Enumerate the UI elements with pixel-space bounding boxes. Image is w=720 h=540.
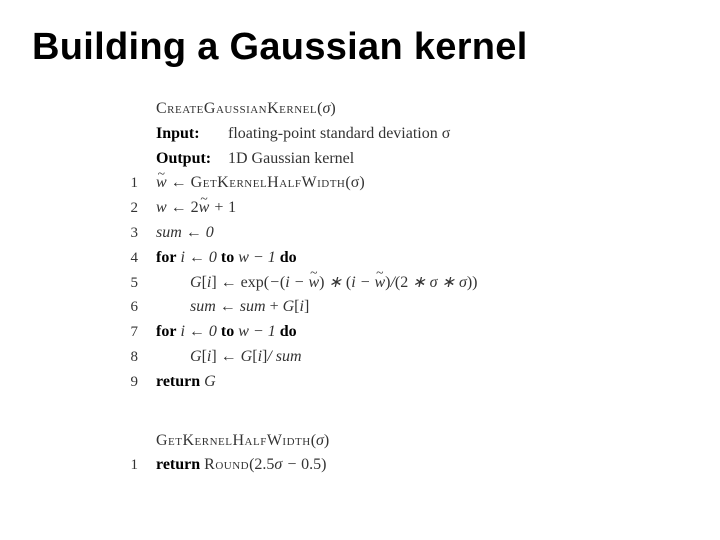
code-line: 4 for i ← 0 to w − 1 do [122, 246, 688, 271]
line-number: 5 [122, 272, 138, 295]
stmt: w ← 2w + 1 [156, 196, 236, 221]
proc2-signature: GetKernelHalfWidth(σ) [156, 429, 329, 454]
line-number: 1 [122, 454, 138, 477]
stmt: sum ← sum + G[i] [190, 295, 309, 320]
proc2-header: GetKernelHalfWidth(σ) [122, 429, 688, 454]
separator [122, 395, 688, 429]
code-line: 5 G[i] ← exp(−(i − w) ∗ (i − w)/(2 ∗ σ ∗… [122, 271, 688, 296]
stmt: for i ← 0 to w − 1 do [156, 320, 297, 345]
line-number: 1 [122, 172, 138, 195]
line-number: 4 [122, 247, 138, 270]
algorithm-create-gaussian-kernel: CreateGaussianKernel(σ) Input: floating-… [122, 97, 688, 478]
slide: Building a Gaussian kernel CreateGaussia… [0, 0, 720, 498]
slide-title: Building a Gaussian kernel [32, 26, 688, 69]
input-row: Input: floating-point standard deviation… [122, 122, 688, 147]
proc-header: CreateGaussianKernel(σ) [122, 97, 688, 122]
stmt: return G [156, 370, 216, 395]
output-label: Output: [156, 147, 228, 172]
code-line: 2 w ← 2w + 1 [122, 196, 688, 221]
output-text: 1D Gaussian kernel [228, 147, 354, 172]
stmt: G[i] ← exp(−(i − w) ∗ (i − w)/(2 ∗ σ ∗ σ… [190, 271, 478, 296]
line-number: 6 [122, 296, 138, 319]
stmt: w ← GetKernelHalfWidth(σ) [156, 171, 365, 196]
code-line: 7 for i ← 0 to w − 1 do [122, 320, 688, 345]
input-text: floating-point standard deviation σ [228, 122, 450, 147]
input-label: Input: [156, 122, 228, 147]
line-number: 7 [122, 321, 138, 344]
proc2-name: GetKernelHalfWidth [156, 432, 311, 449]
call-name: GetKernelHalfWidth [191, 174, 346, 191]
code-line: 8 G[i] ← G[i]/ sum [122, 345, 688, 370]
round-call: Round [204, 456, 249, 473]
code-line: 3 sum ← 0 [122, 221, 688, 246]
stmt: for i ← 0 to w − 1 do [156, 246, 297, 271]
line-number: 9 [122, 371, 138, 394]
output-row: Output: 1D Gaussian kernel [122, 147, 688, 172]
proc-name: CreateGaussianKernel [156, 100, 317, 117]
stmt: return Round(2.5σ − 0.5) [156, 453, 326, 478]
code-line: 1 return Round(2.5σ − 0.5) [122, 453, 688, 478]
proc-arg-close: ) [330, 100, 335, 117]
code-line: 9 return G [122, 370, 688, 395]
line-number: 3 [122, 222, 138, 245]
line-number: 2 [122, 197, 138, 220]
proc2-arg: σ [316, 432, 324, 449]
code-line: 6 sum ← sum + G[i] [122, 295, 688, 320]
stmt: sum ← 0 [156, 221, 214, 246]
proc-signature: CreateGaussianKernel(σ) [156, 97, 336, 122]
line-number: 8 [122, 346, 138, 369]
stmt: G[i] ← G[i]/ sum [190, 345, 302, 370]
